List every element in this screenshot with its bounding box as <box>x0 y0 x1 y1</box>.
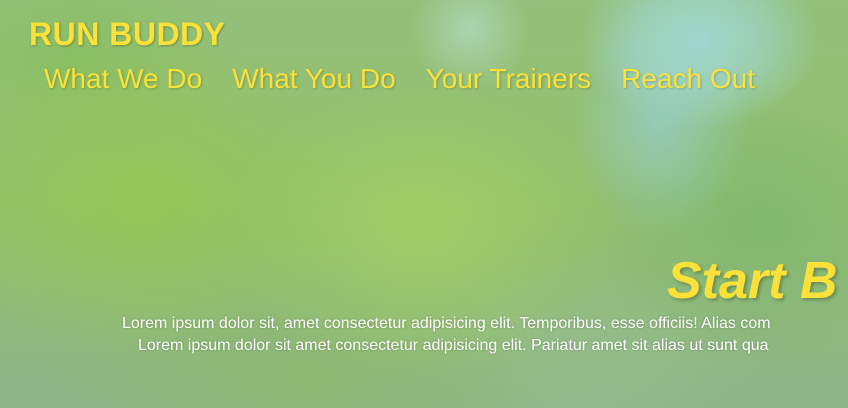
site-logo[interactable]: RUN BUDDY <box>29 16 226 53</box>
hero-text-line-2: Lorem ipsum dolor sit amet consectetur a… <box>138 337 769 354</box>
nav-item-reach-out[interactable]: Reach Out <box>621 63 755 95</box>
main-nav: What We Do What You Do Your Trainers Rea… <box>44 63 785 95</box>
nav-item-what-you-do[interactable]: What You Do <box>232 63 395 95</box>
nav-item-your-trainers[interactable]: Your Trainers <box>426 63 592 95</box>
hero-title: Start B <box>667 252 838 310</box>
hero-text-line-1: Lorem ipsum dolor sit, amet consectetur … <box>122 315 771 332</box>
nav-item-what-we-do[interactable]: What We Do <box>44 63 202 95</box>
